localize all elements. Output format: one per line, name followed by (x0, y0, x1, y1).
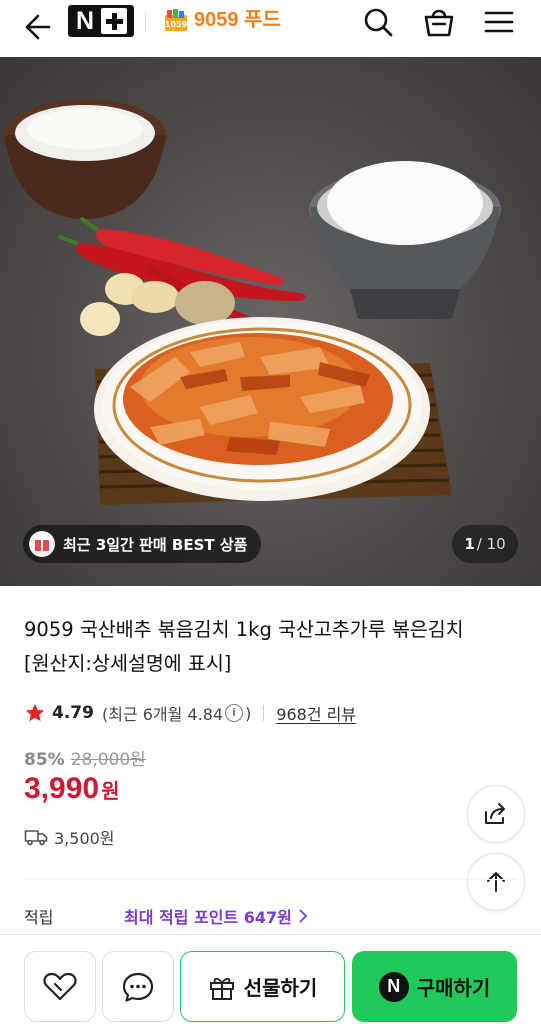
discount-rate: 85% (24, 750, 65, 770)
truck-icon (24, 830, 48, 846)
info-icon[interactable]: i (225, 704, 244, 722)
rating-row: 4.79 (최근 6개월 4.84 i ) 968건 리뷰 (24, 699, 356, 727)
buy-button[interactable]: N 구매하기 (352, 951, 517, 1022)
best-seller-badge: 최근 3일간 판매 BEST 상품 (23, 525, 262, 563)
scroll-top-button[interactable] (467, 853, 525, 911)
pager-total: / 10 (476, 535, 506, 553)
gift-button[interactable]: 선물하기 (180, 951, 345, 1022)
menu-icon[interactable] (481, 4, 517, 40)
recent-rating-close: ) (245, 703, 252, 723)
product-title: 9059 국산배추 볶음김치 1kg 국산고추가루 볶은김치 [원산지:상세설명… (24, 618, 464, 675)
top-header: N+ N 1059 9059 푸드 (0, 0, 541, 57)
points-value: 최대 적립 포인트 647원 (124, 908, 292, 927)
price-unit: 원 (101, 779, 120, 803)
arrow-up-icon (487, 872, 505, 892)
product-photo (3, 99, 501, 505)
header-divider (145, 12, 146, 30)
gift-box-icon (209, 977, 234, 1000)
svg-text:1059: 1059 (165, 20, 188, 29)
shopping-bag-icon[interactable] (421, 4, 457, 40)
store-name[interactable]: 9059 푸드 (194, 7, 281, 33)
chat-icon (122, 972, 154, 1002)
back-arrow-icon[interactable] (18, 8, 54, 44)
price-row: 3,990 원 (24, 772, 119, 806)
gift-icon (29, 531, 55, 557)
sale-price: 3,990 (24, 772, 100, 805)
recent-rating: (최근 6개월 4.84 (101, 705, 224, 724)
rating-separator (263, 705, 265, 721)
shipping-fee: 3,500원 (54, 829, 115, 848)
heart-icon (43, 972, 77, 1000)
section-divider (24, 879, 517, 880)
naver-plus-logo[interactable]: N+ N (68, 5, 134, 37)
discount-row: 85% 28,000원 (24, 745, 146, 770)
search-icon[interactable] (360, 4, 396, 40)
rating-value: 4.79 (52, 703, 94, 723)
share-button[interactable] (467, 785, 525, 843)
image-pager: 1 / 10 (452, 525, 518, 563)
best-seller-badge-text: 최근 3일간 판매 BEST 상품 (63, 535, 248, 554)
chat-button[interactable] (102, 951, 174, 1022)
original-price: 28,000원 (70, 750, 146, 770)
points-row[interactable]: 적립 최대 적립 포인트 647원 (24, 904, 308, 928)
star-icon (25, 703, 45, 722)
shipping-row: 3,500원 (24, 825, 115, 849)
naver-pay-icon: N (378, 971, 409, 1002)
pager-current: 1 (464, 535, 475, 553)
chevron-right-icon (299, 909, 308, 923)
wishlist-button[interactable] (24, 951, 96, 1022)
buy-button-label: 구매하기 (416, 976, 491, 1000)
store-logo-icon[interactable]: 1059 (163, 7, 189, 33)
points-label: 적립 (24, 908, 54, 927)
bottom-action-bar: 선물하기 N 구매하기 (0, 934, 541, 1024)
share-icon (485, 803, 505, 824)
gift-button-label: 선물하기 (243, 976, 318, 1000)
product-image-carousel[interactable]: 최근 3일간 판매 BEST 상품 1 / 10 (0, 57, 541, 586)
review-count-link[interactable]: 968건 리뷰 (276, 701, 356, 725)
